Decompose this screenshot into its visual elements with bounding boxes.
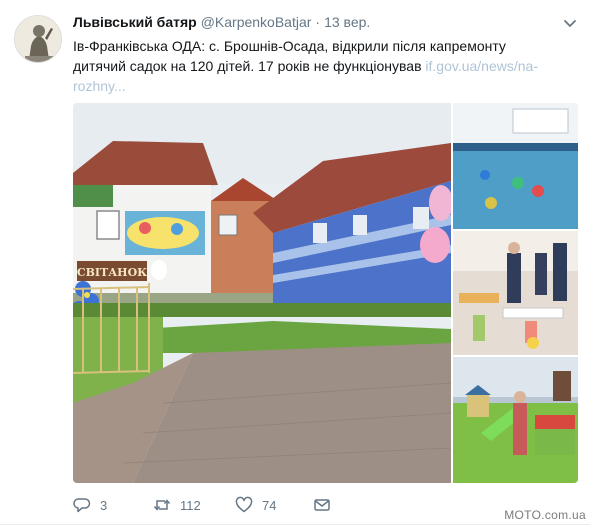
watermark: MOTO.com.ua	[504, 508, 586, 522]
classroom-photo[interactable]	[453, 231, 578, 355]
main-photo[interactable]: СВІТАНОК	[73, 103, 453, 483]
media-gallery[interactable]: СВІТАНОК	[73, 103, 578, 483]
playground-photo[interactable]	[453, 357, 578, 483]
tweet-text-fragment: дитячий садок на 120 дітей. 17 років не …	[73, 58, 422, 74]
tweet-actions: 3 112 74	[73, 494, 493, 516]
tweet-link[interactable]: if.gov.ua/news/na-	[425, 58, 538, 74]
chevron-down-icon[interactable]	[563, 18, 577, 30]
tweet-card[interactable]: Львівський батяр @KarpenkoBatjar · 13 ве…	[0, 0, 590, 525]
direct-message-button[interactable]	[313, 496, 331, 514]
separator: ·	[315, 14, 321, 30]
like-button[interactable]: 74	[235, 496, 313, 514]
tweet-text-line: дитячий садок на 120 дітей. 17 років не …	[73, 56, 553, 76]
tweet-header: Львівський батяр @KarpenkoBatjar · 13 ве…	[73, 14, 370, 34]
like-count: 74	[262, 497, 277, 513]
retweet-icon	[153, 499, 171, 511]
tweet-link-continued[interactable]: rozhny...	[73, 76, 553, 96]
sign-text: СВІТАНОК	[77, 266, 147, 279]
direct-message-icon	[314, 499, 330, 511]
heart-icon	[235, 496, 253, 513]
retweet-count: 112	[180, 497, 201, 513]
tweet-text: Ів-Франківська ОДА: с. Брошнів-Осада, ві…	[73, 36, 553, 96]
author-handle[interactable]: @KarpenkoBatjar	[201, 14, 312, 30]
author-name[interactable]: Львівський батяр	[73, 14, 197, 30]
pool-photo[interactable]	[453, 103, 578, 229]
reply-button[interactable]: 3	[73, 496, 153, 514]
reply-icon	[73, 498, 91, 513]
tweet-text-line: Ів-Франківська ОДА: с. Брошнів-Осада, ві…	[73, 38, 506, 54]
tweet-timestamp[interactable]: 13 вер.	[324, 14, 370, 30]
avatar[interactable]	[14, 15, 62, 63]
reply-count: 3	[100, 497, 108, 513]
retweet-button[interactable]: 112	[153, 496, 235, 514]
